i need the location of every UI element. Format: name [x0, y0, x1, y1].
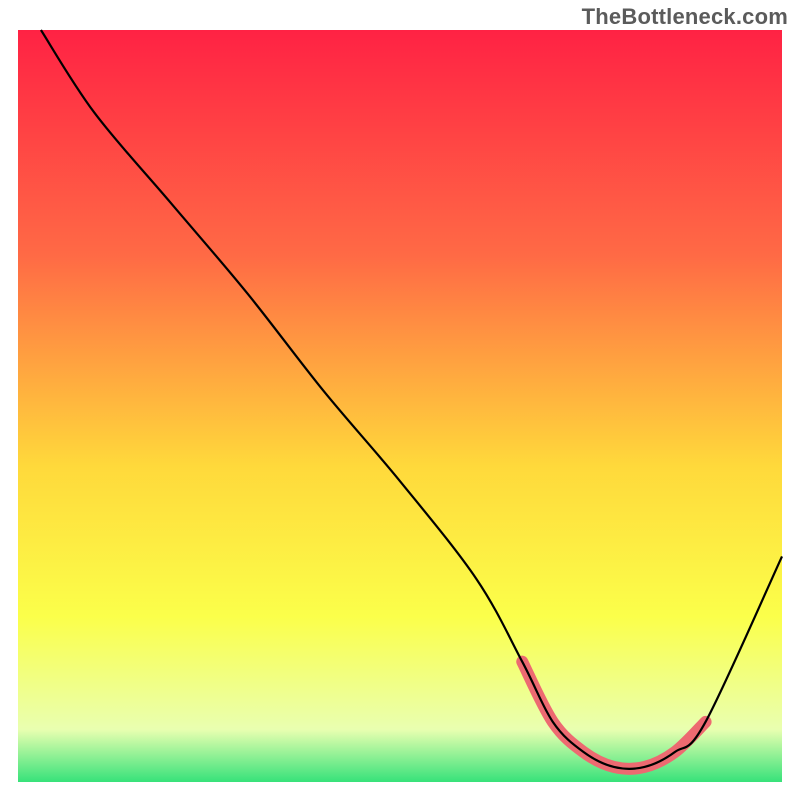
plot-background: [18, 30, 782, 782]
bottleneck-chart: [0, 0, 800, 800]
chart-stage: TheBottleneck.com: [0, 0, 800, 800]
watermark: TheBottleneck.com: [582, 4, 788, 30]
